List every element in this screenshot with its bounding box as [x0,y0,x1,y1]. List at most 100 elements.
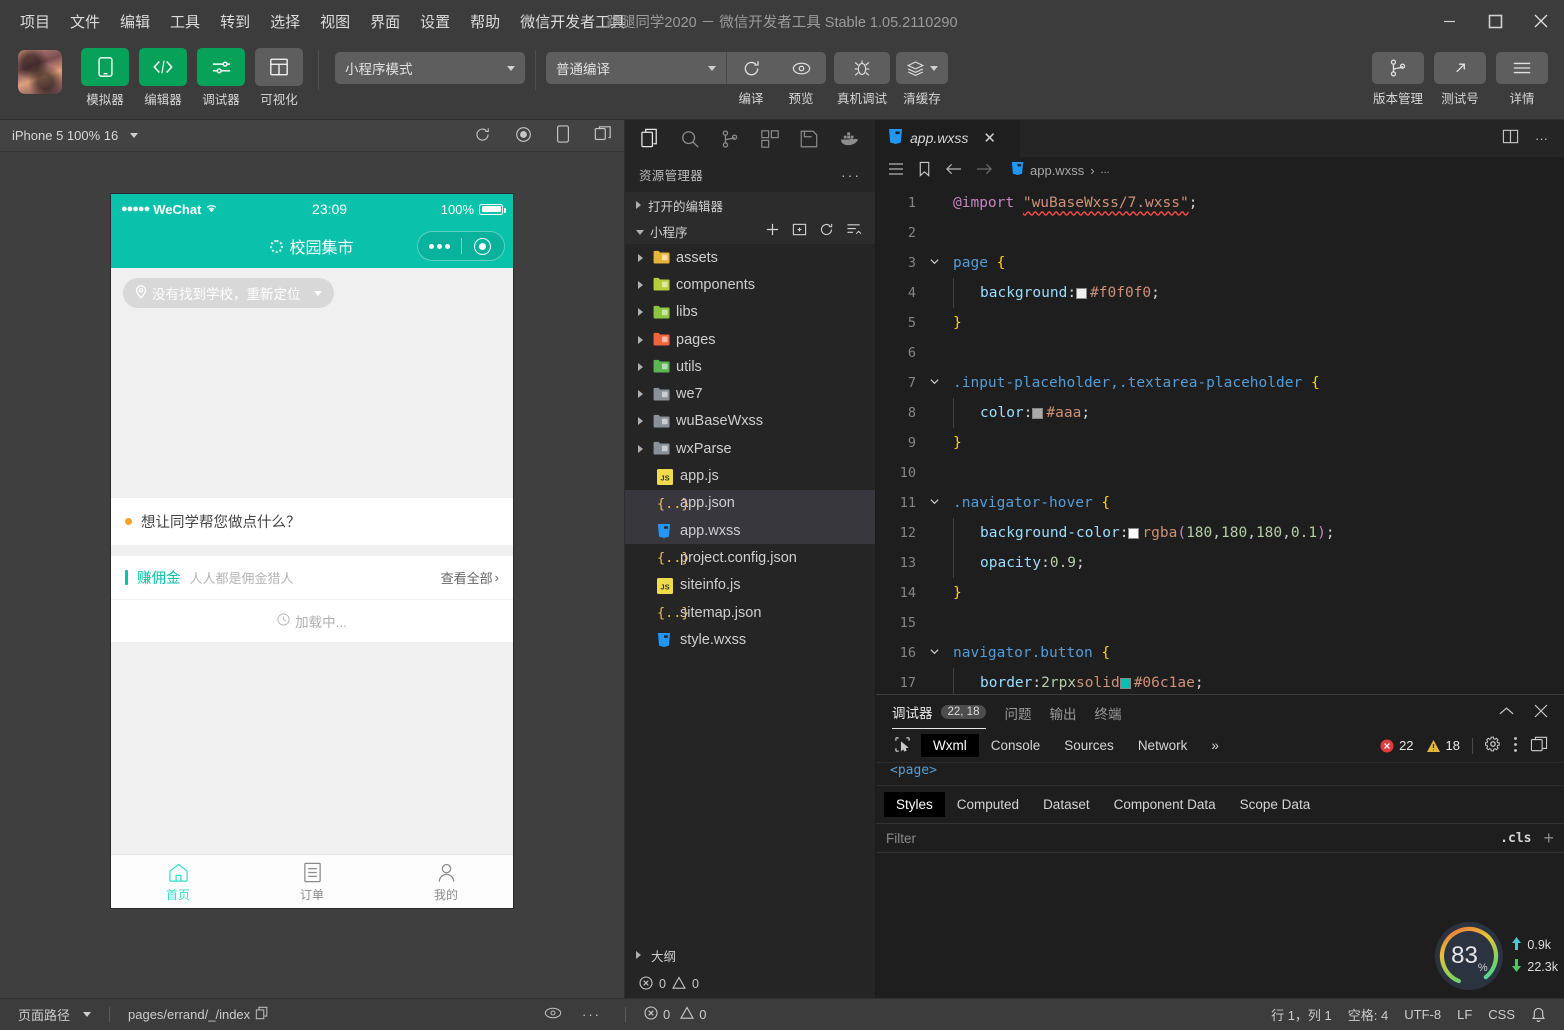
file-tree-item[interactable]: JSsiteinfo.js [625,572,875,599]
editor-more-icon[interactable]: ··· [1535,131,1548,146]
debugger-panel-tab-3[interactable]: 终端 [1094,696,1121,729]
files-icon[interactable] [636,124,666,154]
file-tree-item[interactable]: wxParse [625,435,875,462]
phone-tab-mine[interactable]: 我的 [379,855,513,908]
preview-button[interactable] [776,52,826,84]
view-all-link[interactable]: 查看全部 › [441,568,499,587]
forward-arrow-icon[interactable] [976,162,993,179]
devtools-tab-sources[interactable]: Sources [1052,734,1126,757]
search-icon[interactable] [675,124,705,154]
docker-icon[interactable] [834,124,864,154]
clear-cache-button[interactable] [896,52,948,84]
device-selector[interactable]: iPhone 5 100% 16 [12,128,138,143]
mode-select[interactable]: 小程序模式 [335,52,525,84]
sliders-icon[interactable] [197,48,245,86]
refresh-icon[interactable] [474,126,491,146]
line-ending[interactable]: LF [1449,1007,1480,1022]
refresh-icon-explorer[interactable] [819,222,834,240]
menu-item-4[interactable]: 转到 [210,7,260,36]
outline-section[interactable]: 大纲 [625,940,875,970]
copy-icon[interactable] [255,1006,269,1023]
eye-icon-status[interactable] [544,1006,562,1023]
more-dots-icon[interactable] [418,244,461,249]
chevron-up-icon[interactable] [1499,705,1514,720]
styles-tab-dataset[interactable]: Dataset [1031,792,1102,817]
split-editor-icon[interactable] [1502,128,1519,148]
file-tree-item[interactable]: wuBaseWxss [625,408,875,435]
collapse-all-icon[interactable] [846,222,861,240]
styles-tab-component-data[interactable]: Component Data [1102,792,1228,817]
file-tree-item[interactable]: utils [625,353,875,380]
close-target-icon[interactable] [462,238,505,255]
file-tree-item[interactable]: pages [625,326,875,353]
real-device-debug-button[interactable] [834,52,890,84]
menu-item-0[interactable]: 项目 [10,7,60,36]
code-editor[interactable]: 1@import "wuBaseWxss/7.wxss";23page {4ba… [876,183,1564,694]
kebab-menu-icon[interactable] [1513,736,1518,756]
menu-item-8[interactable]: 设置 [410,7,460,36]
record-icon[interactable] [515,126,532,146]
menu-item-6[interactable]: 视图 [310,7,360,36]
project-section[interactable]: 小程序 [625,218,875,244]
inspect-element-icon[interactable] [884,736,921,756]
new-file-icon[interactable] [765,222,780,240]
minimize-button[interactable] [1426,0,1472,42]
open-editors-section[interactable]: 打开的编辑器 [625,192,875,218]
file-tree-item[interactable]: we7 [625,380,875,407]
styles-tab-computed[interactable]: Computed [945,792,1031,817]
layout-icon[interactable] [255,48,303,86]
menu-item-2[interactable]: 编辑 [110,7,160,36]
hamburger-icon[interactable] [1496,52,1548,84]
menu-item-3[interactable]: 工具 [160,7,210,36]
close-button[interactable] [1518,0,1564,42]
maximize-button[interactable] [1472,0,1518,42]
status-more-icon[interactable]: ··· [582,1007,601,1022]
menu-item-7[interactable]: 界面 [360,7,410,36]
compile-select[interactable]: 普通编译 [546,52,726,84]
close-icon[interactable]: ✕ [983,129,996,147]
file-tree-item[interactable]: libs [625,299,875,326]
page-path-value-group[interactable]: pages/errand/_/index [120,1006,277,1023]
file-tree-item[interactable]: app.wxss [625,517,875,544]
phone-tab-home[interactable]: 首页 [111,855,245,908]
menu-item-1[interactable]: 文件 [60,7,110,36]
file-tree-item[interactable]: components [625,271,875,298]
fold-chevron-icon[interactable] [924,496,944,510]
prompt-card[interactable]: 想让同学帮您做点什么？ [111,498,513,545]
fold-chevron-icon[interactable] [924,256,944,270]
debugger-panel-tab-0[interactable]: 调试器22, 18 [892,695,986,729]
error-badge[interactable]: 22 [1380,738,1413,753]
file-tree-item[interactable]: {..}app.json [625,490,875,517]
file-tree-item[interactable]: assets [625,244,875,271]
save-layout-icon[interactable] [794,124,824,154]
phone-tab-orders[interactable]: 订单 [245,855,379,908]
devtools-overflow-icon[interactable]: » [1199,734,1231,757]
debugger-panel-tab-2[interactable]: 输出 [1049,696,1076,729]
encoding[interactable]: UTF-8 [1396,1007,1449,1022]
multi-window-icon[interactable] [594,125,612,146]
styles-tab-styles[interactable]: Styles [884,792,945,817]
phone-icon[interactable] [81,48,129,86]
devtools-tab-wxml[interactable]: Wxml [921,734,979,757]
debugger-panel-tab-1[interactable]: 问题 [1004,696,1031,729]
menu-item-9[interactable]: 帮助 [460,7,510,36]
wechat-capsule-button[interactable] [417,231,505,261]
warning-badge[interactable]: 18 [1426,738,1460,753]
code-icon[interactable] [139,48,187,86]
new-folder-icon[interactable] [792,222,807,240]
gear-icon[interactable] [1485,736,1501,755]
external-link-icon[interactable] [1434,52,1486,84]
explorer-more-icon[interactable]: ··· [841,167,861,183]
compile-button[interactable] [726,52,776,84]
fold-chevron-icon[interactable] [924,376,944,390]
extensions-icon[interactable] [755,124,785,154]
cursor-position[interactable]: 行 1，列 1 [1263,1005,1340,1024]
relocate-chip[interactable]: 没有找到学校，重新定位 [123,278,334,308]
editor-tab-app-wxss[interactable]: app.wxss ✕ [876,120,1021,157]
back-arrow-icon[interactable] [945,162,962,179]
cls-button[interactable]: .cls [1500,831,1531,846]
file-tree-item[interactable]: {..}sitemap.json [625,599,875,626]
bookmark-icon[interactable] [918,161,931,180]
problems-summary[interactable]: 0 0 [625,970,875,998]
filter-input[interactable]: Filter [886,831,1500,846]
